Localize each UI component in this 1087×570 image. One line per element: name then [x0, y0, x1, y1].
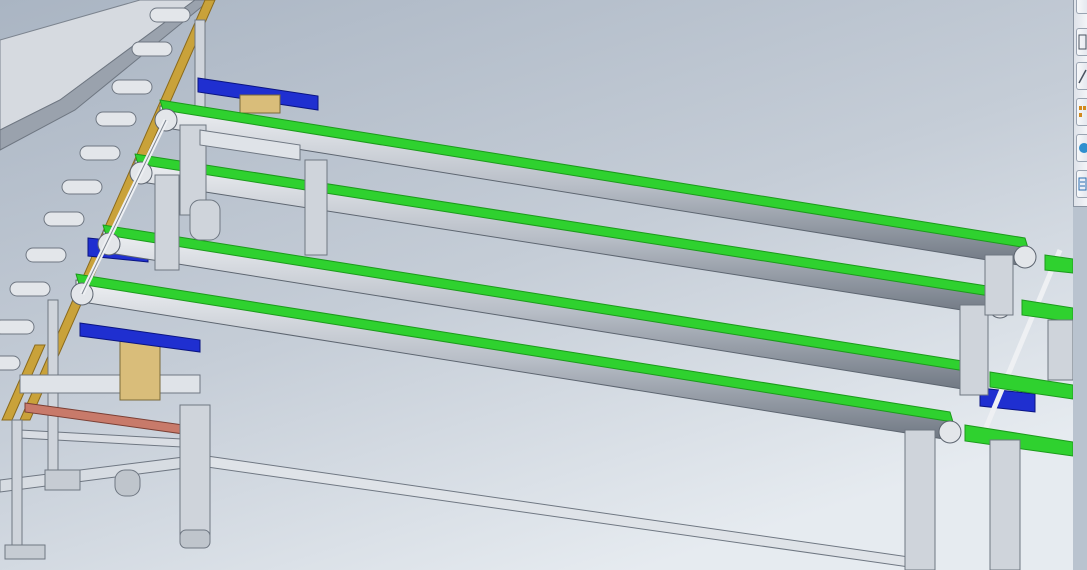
view-palette-icon[interactable]	[1076, 98, 1087, 126]
graphics-viewport[interactable]	[0, 0, 1073, 570]
appearances-icon[interactable]	[1076, 134, 1087, 162]
design-library-icon[interactable]	[1076, 28, 1087, 56]
task-pane-tabs[interactable]	[1073, 0, 1087, 207]
conveyor-assembly-model[interactable]	[0, 0, 1073, 570]
custom-properties-icon[interactable]	[1076, 170, 1087, 198]
file-explorer-icon[interactable]	[1076, 62, 1087, 90]
solidworks-resources-icon[interactable]	[1076, 0, 1087, 14]
